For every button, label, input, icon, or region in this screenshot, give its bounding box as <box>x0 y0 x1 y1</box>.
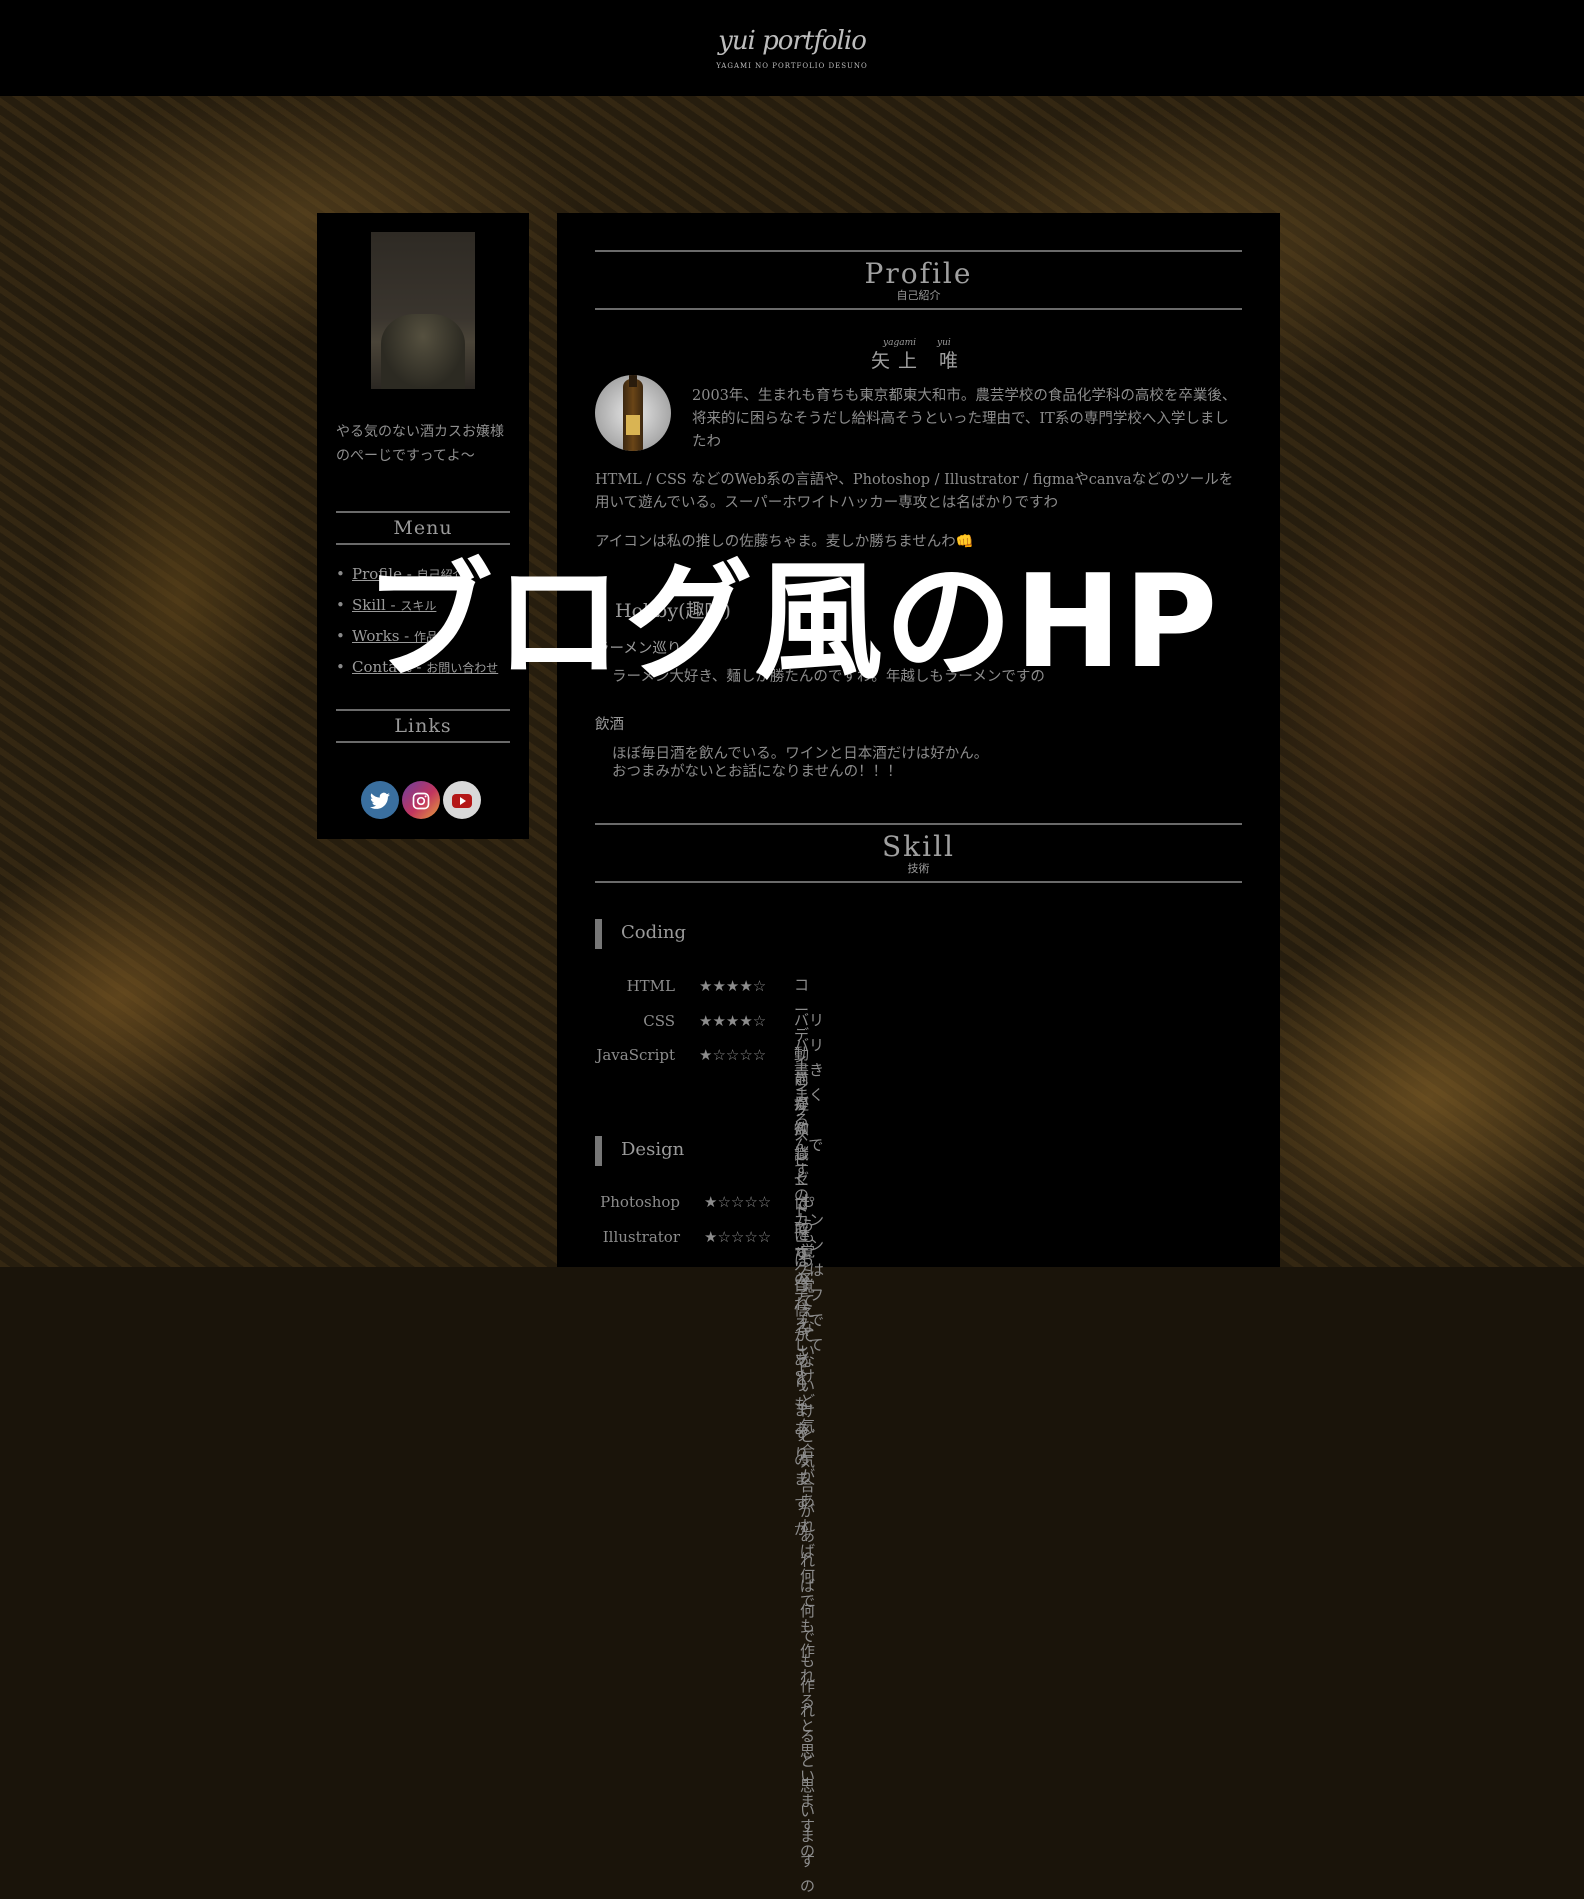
instagram-icon[interactable] <box>402 781 440 819</box>
profile-bio-2: HTML / CSS などのWeb系の言語や、Photoshop / Illus… <box>595 472 1234 511</box>
skill-name: JavaScript <box>596 1046 675 1064</box>
main-content: Profile 自己紹介 yagami yui 矢上 唯 2003年、生まれも育… <box>557 213 1280 1895</box>
sidebar-tagline: やる気のない酒カスお嬢様のぺーじですってよ〜 <box>336 424 504 464</box>
profile-bio-1: 2003年、生まれも育ちも東京都東大和市。農芸学校の食品化学科の高校を卒業後、将… <box>692 388 1237 450</box>
coding-heading-bar <box>595 919 602 949</box>
hobby-drinking-body-2: おつまみがないとお話になりませんの！！！ <box>612 764 902 780</box>
profile-heading-en: Profile <box>864 257 973 290</box>
skill-stars: ★★★★☆ <box>699 977 767 995</box>
skill-heading: Skill 技術 <box>595 823 1242 883</box>
profile-icon-image <box>595 375 671 451</box>
links-heading: Links <box>336 709 510 743</box>
avatar <box>371 232 475 389</box>
skill-name: CSS <box>643 1012 675 1030</box>
skill-heading-jp: 技術 <box>907 862 930 875</box>
hobby-drinking-title: 飲酒 <box>595 717 624 733</box>
skill-stars: ★☆☆☆☆ <box>704 1193 772 1211</box>
site-header: yui portfolio YAGAMI NO PORTFOLIO DESUNO <box>0 0 1584 96</box>
skill-stars: ★★★★☆ <box>699 1012 767 1030</box>
skill-name: HTML <box>626 977 675 995</box>
menu-heading: Menu <box>336 511 510 545</box>
design-heading-bar <box>595 1136 602 1166</box>
site-logo[interactable]: yui portfolio <box>0 26 1584 56</box>
skill-stars: ★☆☆☆☆ <box>699 1046 767 1064</box>
sidebar: やる気のない酒カスお嬢様のぺーじですってよ〜 Menu Profile - 自己… <box>317 213 529 839</box>
skill-name: Illustrator <box>602 1228 680 1246</box>
site-logo-subtitle: YAGAMI NO PORTFOLIO DESUNO <box>716 62 868 70</box>
hobby-drinking-body: ほぼ毎日酒を飲んでいる。ワインと日本酒だけは好かん。 <box>612 746 989 762</box>
overlay-title: ブログ風のHP <box>364 548 1220 697</box>
skill-stars: ★☆☆☆☆ <box>704 1228 772 1246</box>
coding-heading: Coding <box>621 922 687 943</box>
skill-heading-en: Skill <box>881 830 955 863</box>
profile-name: 矢上 唯 <box>870 350 967 372</box>
youtube-icon[interactable] <box>443 781 481 819</box>
design-heading: Design <box>621 1139 685 1160</box>
profile-heading-jp: 自己紹介 <box>896 289 941 302</box>
skill-name: Photoshop <box>600 1193 680 1211</box>
profile-heading: Profile 自己紹介 <box>595 250 1242 310</box>
skill-desc: もう覚えてないけど気合があれば何でも作れると思いますの <box>800 1227 816 1895</box>
twitter-icon[interactable] <box>361 781 399 819</box>
